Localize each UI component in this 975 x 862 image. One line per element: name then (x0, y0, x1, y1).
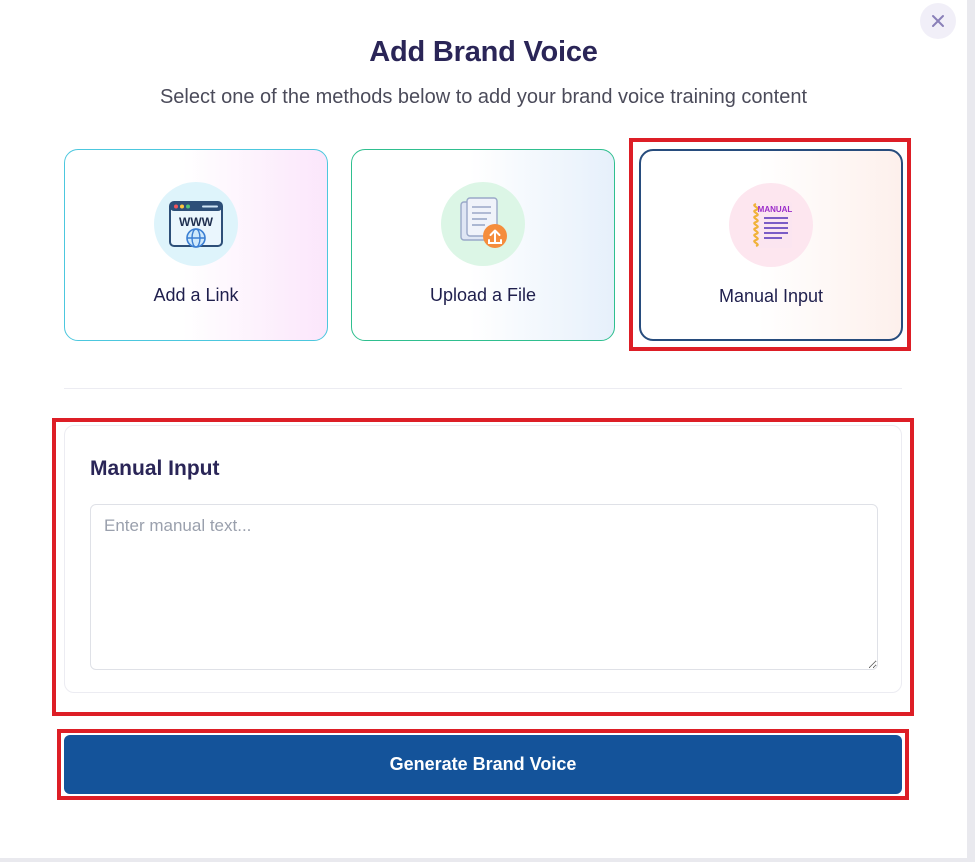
option-label: Manual Input (718, 286, 824, 306)
manual-input-panel: Manual Input (64, 425, 902, 693)
option-upload-file[interactable]: Upload a File (351, 149, 615, 341)
option-label: Add a Link (153, 285, 239, 305)
manual-notebook-icon: MANUAL (753, 202, 793, 248)
option-manual-input[interactable]: MANUAL Manual Input (639, 149, 903, 341)
icon-circle: WWW (154, 182, 238, 266)
window-edge (967, 0, 975, 862)
modal-subtitle: Select one of the methods below to add y… (159, 86, 808, 108)
panel-title: Manual Input (90, 457, 220, 480)
manual-text-input[interactable] (90, 504, 878, 670)
svg-text:WWW: WWW (179, 215, 214, 229)
option-add-link[interactable]: WWW Add a Link (64, 149, 328, 341)
file-upload-icon (460, 197, 507, 248)
window-edge (0, 858, 967, 862)
generate-brand-voice-button[interactable]: Generate Brand Voice (64, 735, 902, 794)
option-label: Upload a File (429, 285, 537, 305)
modal-title: Add Brand Voice (369, 36, 598, 68)
close-icon (932, 15, 944, 27)
close-button[interactable] (920, 3, 956, 39)
www-globe-icon: WWW (169, 201, 223, 248)
icon-circle (441, 182, 525, 266)
icon-circle: MANUAL (729, 183, 813, 267)
divider (64, 388, 902, 389)
manual-icon-text: MANUAL (758, 205, 793, 214)
add-brand-voice-modal: Add Brand Voice Select one of the method… (0, 0, 975, 862)
